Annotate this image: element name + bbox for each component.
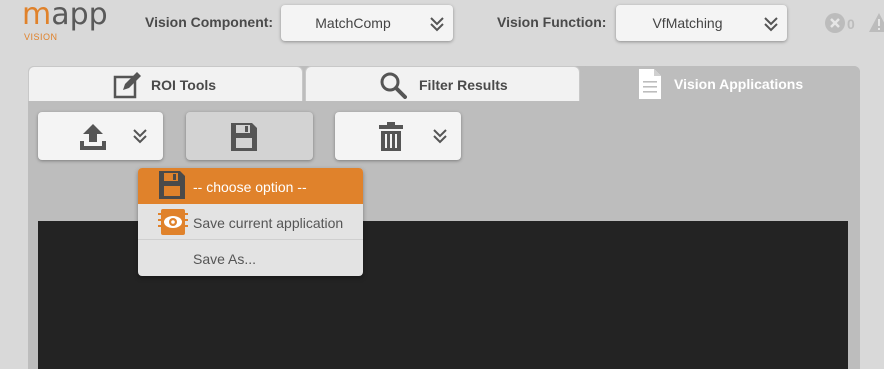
vision-component-value: MatchComp: [315, 15, 391, 31]
dropdown-option-choose[interactable]: -- choose option --: [138, 168, 363, 204]
vision-function-label: Vision Function:: [497, 14, 607, 30]
upload-icon: [80, 124, 106, 150]
error-x-icon: [825, 13, 845, 33]
save-icon: [231, 123, 257, 151]
mapp-vision-logo: mapp VISION: [20, 0, 108, 43]
header-bar: mapp VISION Vision Component: MatchComp …: [0, 0, 884, 46]
dropdown-option-label: Save current application: [193, 215, 344, 231]
error-status-indicator[interactable]: [824, 12, 846, 39]
trash-icon: [379, 122, 403, 151]
save-options-dropdown: -- choose option -- Save current applica…: [138, 168, 363, 276]
logo-subtitle: VISION: [24, 32, 58, 42]
double-chevron-down-icon[interactable]: [432, 128, 448, 146]
warning-icon: [869, 13, 884, 32]
error-count: 0: [847, 16, 855, 32]
double-chevron-down-icon[interactable]: [132, 128, 148, 146]
dropdown-option-save-as[interactable]: Save As...: [138, 240, 363, 276]
upload-button[interactable]: [38, 112, 163, 160]
vision-function-value: VfMatching: [652, 15, 723, 31]
dropdown-option-label: -- choose option --: [193, 179, 307, 195]
dropdown-option-label: Save As...: [193, 251, 257, 267]
vision-function-select[interactable]: VfMatching: [616, 5, 787, 41]
dropdown-option-save-current[interactable]: Save current application: [138, 204, 363, 240]
tab-label: Vision Applications: [674, 76, 804, 92]
logo-wordmark-m: m: [22, 0, 52, 32]
save-icon: [159, 171, 185, 199]
double-chevron-down-icon: [764, 17, 778, 32]
tab-label: Filter Results: [419, 77, 508, 93]
vision-eye-icon: [158, 209, 188, 235]
logo-wordmark: mapp: [22, 0, 108, 32]
delete-button[interactable]: [335, 112, 461, 160]
tab-roi-tools[interactable]: ROI Tools: [28, 66, 303, 101]
vision-component-label: Vision Component:: [145, 14, 274, 30]
tab-label: ROI Tools: [151, 77, 217, 93]
tab-filter-results[interactable]: Filter Results: [305, 66, 580, 101]
document-icon: [639, 69, 661, 99]
vision-component-select[interactable]: MatchComp: [281, 5, 453, 41]
warning-status-indicator[interactable]: [868, 12, 884, 39]
tab-vision-applications[interactable]: Vision Applications: [582, 66, 860, 101]
search-icon: [380, 72, 407, 99]
save-button[interactable]: [186, 112, 313, 160]
edit-icon: [113, 72, 141, 99]
double-chevron-down-icon: [430, 17, 444, 32]
logo-wordmark-app: app: [51, 0, 108, 32]
